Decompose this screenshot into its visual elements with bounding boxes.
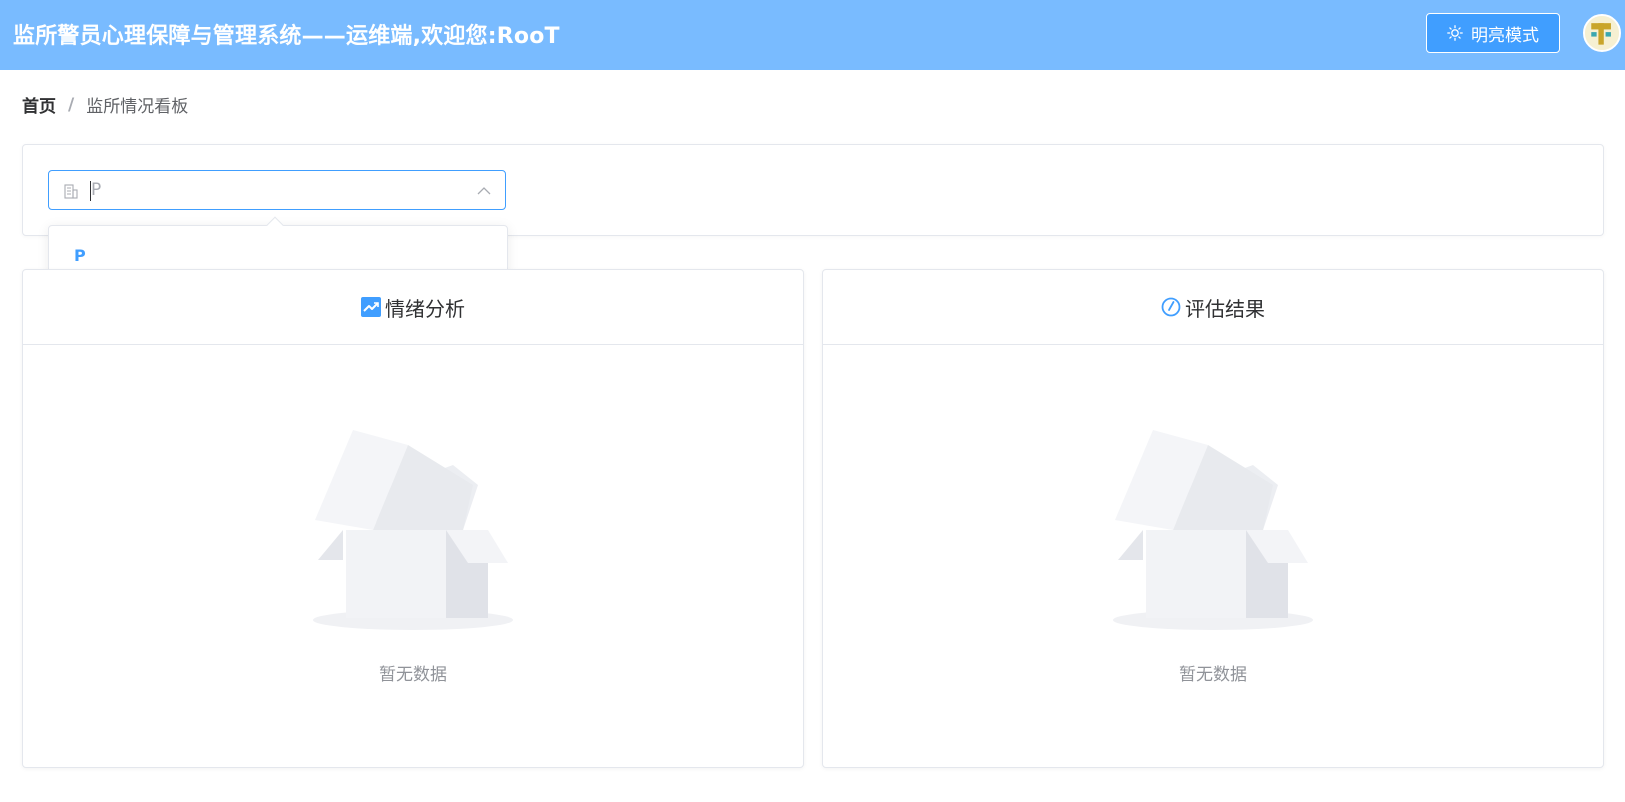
empty-state: 暂无数据 xyxy=(23,430,803,685)
user-avatar[interactable] xyxy=(1583,14,1621,52)
emotion-analysis-panel: 情绪分析 暂无数据 xyxy=(22,269,804,768)
panel-title: 情绪分析 xyxy=(385,296,465,321)
prison-select[interactable]: P xyxy=(48,170,506,210)
panel-title: 评估结果 xyxy=(1185,296,1265,321)
building-icon xyxy=(64,184,78,199)
assessment-result-panel: 评估结果 暂无数据 xyxy=(822,269,1604,768)
empty-box-illustration xyxy=(313,430,513,630)
panel-header: 情绪分析 xyxy=(23,270,803,345)
empty-text: 暂无数据 xyxy=(379,665,447,685)
avatar-image xyxy=(1585,16,1619,50)
empty-text: 暂无数据 xyxy=(1179,665,1247,685)
breadcrumb-home-link[interactable]: 首页 xyxy=(22,92,56,117)
select-value[interactable]: P xyxy=(91,180,101,200)
trend-chart-icon xyxy=(361,297,381,317)
compass-icon xyxy=(1161,297,1181,317)
top-header-bar: 监所警员心理保障与管理系统——运维端,欢迎您:RooT 明亮模式 xyxy=(0,0,1625,70)
panel-header: 评估结果 xyxy=(823,270,1603,345)
sun-icon xyxy=(1447,25,1463,41)
empty-state: 暂无数据 xyxy=(823,430,1603,685)
breadcrumb-separator: / xyxy=(68,94,75,115)
chevron-up-icon[interactable] xyxy=(477,185,491,197)
app-title: 监所警员心理保障与管理系统——运维端,欢迎您:RooT xyxy=(13,24,560,49)
theme-mode-button[interactable]: 明亮模式 xyxy=(1426,13,1560,53)
breadcrumb-current: 监所情况看板 xyxy=(86,97,189,117)
theme-button-label: 明亮模式 xyxy=(1471,25,1539,46)
breadcrumb: 首页 / 监所情况看板 xyxy=(22,92,189,118)
empty-box-illustration xyxy=(1113,430,1313,630)
